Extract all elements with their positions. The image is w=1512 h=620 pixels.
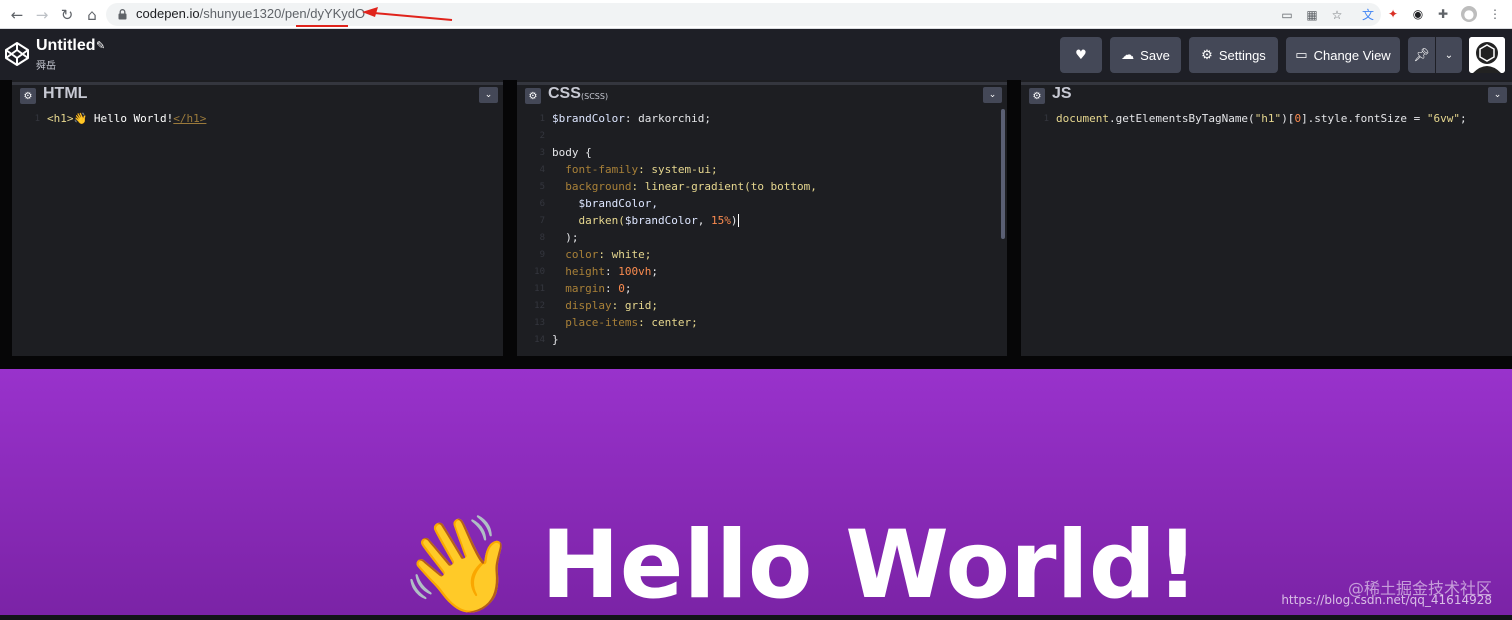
extensions-puzzle-icon[interactable]: ✚ (1435, 6, 1451, 22)
settings-button[interactable]: ⚙ Settings (1189, 37, 1278, 73)
js-settings-gear-icon[interactable]: ⚙ (1029, 88, 1045, 104)
extension-star-icon[interactable]: ✦ (1385, 6, 1401, 22)
css-settings-gear-icon[interactable]: ⚙ (525, 88, 541, 104)
html-editor: ⚙ HTML ⌄ 1 <h1>👋 Hello World!</h1> (12, 80, 503, 356)
codepen-header: Untitled ✎ 舜岳 ♥ ☁ Save ⚙ Settings ▭ Chan… (0, 29, 1512, 80)
css-code-area[interactable]: 1 $brandColor: darkorchid; 2 3 body { 4 fo… (517, 109, 1007, 356)
text-cursor (738, 214, 740, 227)
css-scrollbar[interactable] (1001, 109, 1005, 239)
annotation-underline (296, 25, 348, 27)
pin-icon: 📌︎ (1413, 47, 1430, 63)
chevron-down-icon: ⌄ (1444, 49, 1454, 61)
home-icon[interactable]: ⌂ (81, 4, 103, 26)
html-code-area[interactable]: 1 <h1>👋 Hello World!</h1> (12, 109, 503, 356)
incognito-icon[interactable]: ◉ (1410, 6, 1426, 22)
translate-icon[interactable]: 文 (1360, 6, 1376, 22)
avatar-image (1469, 37, 1505, 73)
html-editor-header: ⚙ HTML ⌄ (12, 80, 503, 110)
user-avatar[interactable] (1469, 37, 1505, 73)
back-icon[interactable]: ← (6, 4, 28, 26)
edit-pencil-icon[interactable]: ✎ (96, 39, 105, 52)
js-editor: ⚙ JS ⌄ 1 document.getElementsByTagName("h… (1021, 80, 1512, 356)
editor-panels: ⚙ HTML ⌄ 1 <h1>👋 Hello World!</h1> ⚙ CSS… (0, 80, 1512, 369)
qr-code-icon[interactable]: ▦ (1304, 7, 1320, 23)
css-label: CSS (548, 85, 581, 102)
url-pen-id: dyYKydO (310, 6, 366, 21)
save-button[interactable]: ☁ Save (1110, 37, 1181, 73)
lock-icon (118, 9, 127, 20)
cloud-icon: ☁ (1121, 47, 1135, 63)
css-editor: ⚙ CSS (SCSS) ⌄ 1 $brandColor: darkorchid;… (517, 80, 1007, 356)
preview-heading: 👋 Hello World! (400, 511, 1199, 620)
css-editor-header: ⚙ CSS (SCSS) ⌄ (517, 80, 1007, 110)
bookmark-star-icon[interactable]: ☆ (1329, 7, 1345, 23)
css-preprocessor-label: (SCSS) (581, 92, 609, 101)
waving-hand-emoji: 👋 (400, 511, 518, 620)
html-label: HTML (43, 85, 88, 102)
watermark-csdn: https://blog.csdn.net/qq_41614928 (1281, 593, 1492, 607)
annotation-arrow (362, 7, 453, 21)
reload-icon[interactable]: ↻ (56, 4, 78, 26)
js-editor-header: ⚙ JS ⌄ (1021, 80, 1512, 110)
css-collapse-chevron-icon[interactable]: ⌄ (983, 87, 1002, 103)
result-preview: 👋 Hello World! @稀土掘金技术社区 https://blog.csd… (0, 369, 1512, 620)
like-button[interactable]: ♥ (1060, 37, 1102, 73)
browser-menu-icon[interactable]: ⋮ (1487, 6, 1503, 22)
pen-title[interactable]: Untitled (36, 37, 96, 55)
browser-toolbar: ← → ↻ ⌂ codepen.io/shunyue1320/pen/dyYKy… (0, 0, 1512, 29)
js-collapse-chevron-icon[interactable]: ⌄ (1488, 87, 1507, 103)
change-view-button[interactable]: ▭ Change View (1286, 37, 1400, 73)
url-text[interactable]: codepen.io/shunyue1320/pen/dyYKydO (136, 6, 365, 21)
profile-avatar-icon[interactable]: ● (1461, 6, 1477, 22)
js-label: JS (1052, 85, 1072, 102)
gear-icon: ⚙ (1201, 47, 1213, 63)
pin-dropdown-button[interactable]: ⌄ (1436, 37, 1462, 73)
html-collapse-chevron-icon[interactable]: ⌄ (479, 87, 498, 103)
cast-icon[interactable]: ▭ (1279, 7, 1295, 23)
js-code-area[interactable]: 1 document.getElementsByTagName("h1")[0].… (1021, 109, 1512, 356)
pin-button[interactable]: 📌︎ (1408, 37, 1435, 73)
pen-author[interactable]: 舜岳 (36, 57, 56, 72)
forward-icon[interactable]: → (31, 4, 53, 26)
codepen-logo-icon[interactable] (4, 41, 30, 67)
heart-icon: ♥ (1075, 47, 1087, 63)
layout-icon: ▭ (1295, 47, 1308, 63)
address-bar[interactable]: codepen.io/shunyue1320/pen/dyYKydO ▭ ▦ ☆ (106, 3, 1381, 26)
code-line: 1 <h1>👋 Hello World!</h1> (34, 112, 207, 125)
html-settings-gear-icon[interactable]: ⚙ (20, 88, 36, 104)
